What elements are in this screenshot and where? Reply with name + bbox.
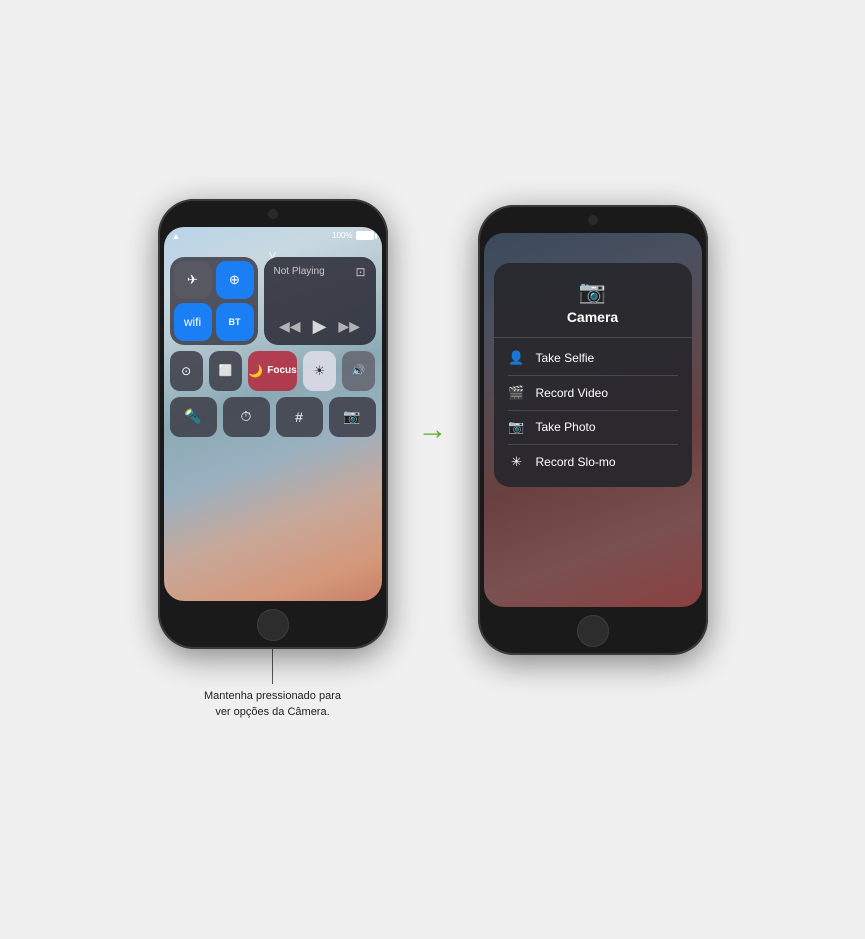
airplane-mode-button[interactable]: ✈ bbox=[174, 261, 212, 299]
screen-bg-left: ▲ 100% ˅ bbox=[164, 227, 382, 601]
media-player-block[interactable]: Not Playing ⊡ ◀◀ ▶ ▶▶ bbox=[264, 257, 376, 345]
battery-icon bbox=[356, 231, 374, 240]
brightness-button[interactable]: ☀ bbox=[303, 351, 336, 391]
camera-menu-item-selfie[interactable]: 👤 Take Selfie bbox=[494, 341, 692, 375]
slomo-icon: ✳ bbox=[508, 454, 526, 470]
home-button-left[interactable] bbox=[257, 609, 289, 641]
callout-text: Mantenha pressionado paraver opções da C… bbox=[204, 688, 341, 721]
media-play-button[interactable]: ▶ bbox=[313, 316, 327, 337]
focus-moon-icon: 🌙 bbox=[248, 364, 263, 378]
control-center-grid: ✈ ⊕ wifi BT Not Playing ⊡ bbox=[170, 257, 376, 595]
selfie-label: Take Selfie bbox=[536, 351, 595, 365]
camera-menu-item-slomo[interactable]: ✳ Record Slo-mo bbox=[494, 445, 692, 479]
camera-popup-camera-icon: 📷 bbox=[579, 279, 606, 305]
media-header: Not Playing ⊡ bbox=[274, 265, 366, 279]
media-controls: ◀◀ ▶ ▶▶ bbox=[274, 316, 366, 337]
screen-mirror-button[interactable]: ⬜ bbox=[209, 351, 242, 391]
status-right: 100% bbox=[332, 231, 373, 240]
battery-percent: 100% bbox=[332, 231, 352, 240]
airdrop-button[interactable]: ⊕ bbox=[216, 261, 254, 299]
battery-fill bbox=[357, 232, 373, 239]
wifi-button[interactable]: wifi bbox=[174, 303, 212, 341]
camera-menu-item-photo[interactable]: 📷 Take Photo bbox=[494, 410, 692, 444]
photo-icon: 📷 bbox=[508, 419, 526, 435]
arrow-container: → bbox=[418, 413, 448, 447]
bluetooth-button[interactable]: BT bbox=[216, 303, 254, 341]
timer-button[interactable]: ⏱ bbox=[223, 397, 270, 437]
camera-button[interactable]: 📷 bbox=[329, 397, 376, 437]
volume-button[interactable]: 🔊 bbox=[342, 351, 375, 391]
screen-right: 📷 Camera 👤 Take Selfie 🎬 Record Video bbox=[484, 233, 702, 607]
network-block[interactable]: ✈ ⊕ wifi BT bbox=[170, 257, 258, 345]
camera-popup: 📷 Camera 👤 Take Selfie 🎬 Record Video bbox=[494, 263, 692, 487]
screen-left: ▲ 100% ˅ bbox=[164, 227, 382, 601]
focus-button[interactable]: 🌙 Focus bbox=[248, 351, 296, 391]
main-scene: ▲ 100% ˅ bbox=[158, 199, 708, 721]
status-bar-left: ▲ 100% bbox=[172, 231, 374, 241]
cc-bottom-row: 🔦 ⏱ # 📷 bbox=[170, 397, 376, 437]
slomo-label: Record Slo-mo bbox=[536, 455, 616, 469]
selfie-icon: 👤 bbox=[508, 350, 526, 366]
flashlight-button[interactable]: 🔦 bbox=[170, 397, 217, 437]
camera-notch-right bbox=[588, 215, 598, 225]
camera-menu-item-video[interactable]: 🎬 Record Video bbox=[494, 376, 692, 410]
cc-row-1: ✈ ⊕ wifi BT Not Playing ⊡ bbox=[170, 257, 376, 345]
iphone-left-wrapper: ▲ 100% ˅ bbox=[158, 199, 388, 721]
video-icon: 🎬 bbox=[508, 385, 526, 401]
popup-divider-top bbox=[494, 337, 692, 338]
media-prev-button[interactable]: ◀◀ bbox=[279, 318, 301, 335]
calculator-button[interactable]: # bbox=[276, 397, 323, 437]
video-label: Record Video bbox=[536, 386, 609, 400]
airplay-icon[interactable]: ⊡ bbox=[355, 265, 365, 279]
iphone-right: 📷 Camera 👤 Take Selfie 🎬 Record Video bbox=[478, 205, 708, 655]
photo-label: Take Photo bbox=[536, 420, 596, 434]
focus-label: Focus bbox=[267, 365, 296, 376]
media-title: Not Playing bbox=[274, 266, 325, 277]
cc-row-2: ⊙ ⬜ 🌙 Focus ☀ 🔊 bbox=[170, 351, 376, 391]
camera-popup-title: Camera bbox=[567, 309, 618, 325]
arrow-icon: → bbox=[418, 413, 448, 447]
iphone-right-wrapper: 📷 Camera 👤 Take Selfie 🎬 Record Video bbox=[478, 205, 708, 655]
orientation-lock-button[interactable]: ⊙ bbox=[170, 351, 203, 391]
media-next-button[interactable]: ▶▶ bbox=[338, 318, 360, 335]
iphone-left: ▲ 100% ˅ bbox=[158, 199, 388, 649]
camera-notch-left bbox=[268, 209, 278, 219]
callout-line bbox=[272, 649, 273, 684]
callout-container: Mantenha pressionado paraver opções da C… bbox=[204, 649, 341, 721]
wifi-status-icon: ▲ bbox=[172, 231, 181, 241]
home-button-right[interactable] bbox=[577, 615, 609, 647]
